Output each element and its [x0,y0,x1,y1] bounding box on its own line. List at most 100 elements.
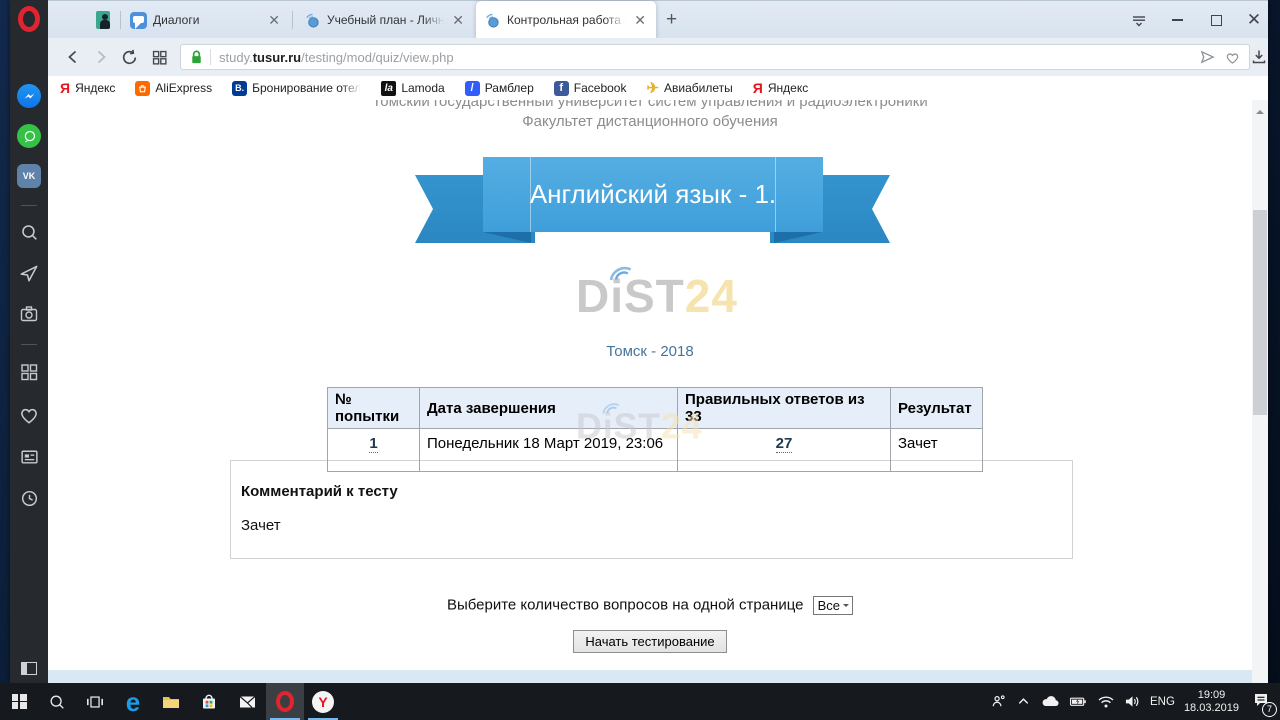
tab-menu-button[interactable] [1126,1,1152,39]
bookmark-lamoda[interactable]: laLamoda [381,81,444,96]
bookmark-label: Рамблер [485,81,534,95]
opera-menu-button[interactable] [10,6,48,32]
messenger-sidebar-button[interactable] [10,84,48,108]
opera-taskbar-button[interactable] [266,683,304,720]
folder-icon [161,693,181,711]
edge-taskbar-button[interactable]: e [114,683,152,720]
start-test-button[interactable]: Начать тестирование [573,630,726,653]
course-ribbon: Английский язык - 1. [415,157,890,243]
system-tray: ENG 19:09 18.03.2019 7 [990,683,1280,720]
speed-dial-sidebar-button[interactable] [10,362,48,382]
bookmarks-sidebar-button[interactable] [10,404,48,426]
volume-icon[interactable] [1124,694,1141,709]
whatsapp-sidebar-button[interactable] [10,124,48,148]
tab-close-icon[interactable]: ✕ [632,13,648,27]
sidebar-setup-button[interactable] [10,662,48,675]
opera-logo-icon [18,6,40,32]
minimize-icon [1172,19,1183,20]
tab-title: Диалоги [153,13,260,27]
url-field[interactable]: study.tusur.ru/testing/mod/quiz/view.php [180,44,1250,70]
university-name: Томский государственный университет сист… [48,100,1252,110]
snapshot-sidebar-button[interactable] [10,304,48,324]
chevron-up-icon[interactable] [1016,694,1031,709]
faculty-name: Факультет дистанционного обучения [48,113,1252,130]
task-view-button[interactable] [76,683,114,720]
vk-sidebar-button[interactable]: VK [10,164,48,188]
bookmark-avia[interactable]: ✈Авиабилеты [646,81,732,96]
bookmark-aliexpress[interactable]: AliExpress [135,81,212,96]
address-bar: study.tusur.ru/testing/mod/quiz/view.php [48,38,1268,76]
speed-dial-button[interactable] [148,46,170,68]
questions-per-page-select[interactable]: Все [813,596,853,615]
col-finished: Дата завершения [420,388,678,429]
battery-icon[interactable] [1069,694,1088,709]
ms-store-button[interactable] [190,683,228,720]
bookmark-heart-icon[interactable] [1224,49,1241,66]
bookmark-facebook[interactable]: fFacebook [554,81,627,96]
forward-button[interactable] [90,46,112,68]
search-icon [48,693,66,711]
people-icon[interactable] [990,693,1007,710]
bookmark-rambler[interactable]: /Рамблер [465,81,534,96]
tab-dialogs[interactable]: Диалоги ✕ [122,1,290,39]
pinned-tab[interactable] [88,1,118,39]
booking-icon: B. [232,81,247,96]
new-tab-button[interactable]: + [666,9,677,31]
close-window-button[interactable]: ✕ [1241,1,1267,39]
mail-taskbar-button[interactable] [228,683,266,720]
tab-study-plan[interactable]: Учебный план - Личный ✕ [296,1,474,39]
file-explorer-button[interactable] [152,683,190,720]
language-indicator[interactable]: ENG [1150,696,1175,708]
col-correct: Правильных ответов из 33 [678,388,891,429]
sidebar-divider [21,205,37,206]
bookmark-yandex-2[interactable]: ЯЯндекс [753,81,808,96]
bookmark-label: Авиабилеты [664,81,733,95]
maximize-button[interactable] [1203,1,1229,39]
reload-button[interactable] [118,46,140,68]
downloads-button[interactable] [1248,46,1270,68]
send-to-device-button[interactable] [10,262,48,284]
back-button[interactable] [62,46,84,68]
bookmarks-bar: ЯЯндекс AliExpress B. Бронирование отел l… [48,76,1268,100]
secure-lock-icon [189,49,204,65]
chat-bubble-icon [130,12,147,29]
share-flow-icon[interactable] [1199,49,1216,66]
messenger-icon [17,84,41,108]
dist24-logo: DiST24 [576,273,736,319]
history-sidebar-button[interactable] [10,488,48,509]
download-icon [1250,48,1268,66]
attempt-number-link[interactable]: 1 [369,435,377,453]
bookmark-yandex[interactable]: ЯЯндекс [60,81,115,96]
start-button[interactable] [0,683,38,720]
tab-close-icon[interactable]: ✕ [450,13,466,27]
sidebar-divider [21,344,37,345]
yandex-icon: Я [60,81,70,96]
taskbar-search-button[interactable] [38,683,76,720]
ribbon-band: Английский язык - 1. [483,157,823,232]
bookmark-label: Бронирование отел [252,81,361,95]
minimize-button[interactable] [1164,1,1190,39]
action-center-button[interactable]: 7 [1252,691,1270,713]
table-row: 1 Понедельник 18 Март 2019, 23:06 27 Зач… [328,429,983,472]
pinned-tab-favicon [96,11,110,29]
sidebar-toggle-icon [21,662,37,675]
send-icon [18,262,40,284]
taskbar-clock[interactable]: 19:09 18.03.2019 [1184,689,1239,715]
scrollbar[interactable] [1252,100,1268,683]
wifi-icon[interactable] [1097,694,1115,709]
clock-date: 18.03.2019 [1184,702,1239,715]
news-sidebar-button[interactable] [10,446,48,467]
bookmark-label: Facebook [574,81,627,95]
correct-count-link[interactable]: 27 [776,435,793,453]
yandex-icon: Я [753,81,763,96]
whatsapp-icon [17,124,41,148]
bookmark-booking[interactable]: B. Бронирование отел [232,81,361,96]
tab-quiz-active[interactable]: Контрольная работа по д ✕ [476,1,656,39]
search-sidebar-button[interactable] [10,222,48,243]
onedrive-cloud-icon[interactable] [1040,694,1060,709]
tab-close-icon[interactable]: ✕ [266,13,282,27]
select-value: Все [818,598,840,613]
yandex-browser-taskbar-button[interactable]: Y [304,683,342,720]
scroll-up-arrow[interactable] [1256,106,1264,114]
scrollbar-thumb[interactable] [1253,210,1267,415]
